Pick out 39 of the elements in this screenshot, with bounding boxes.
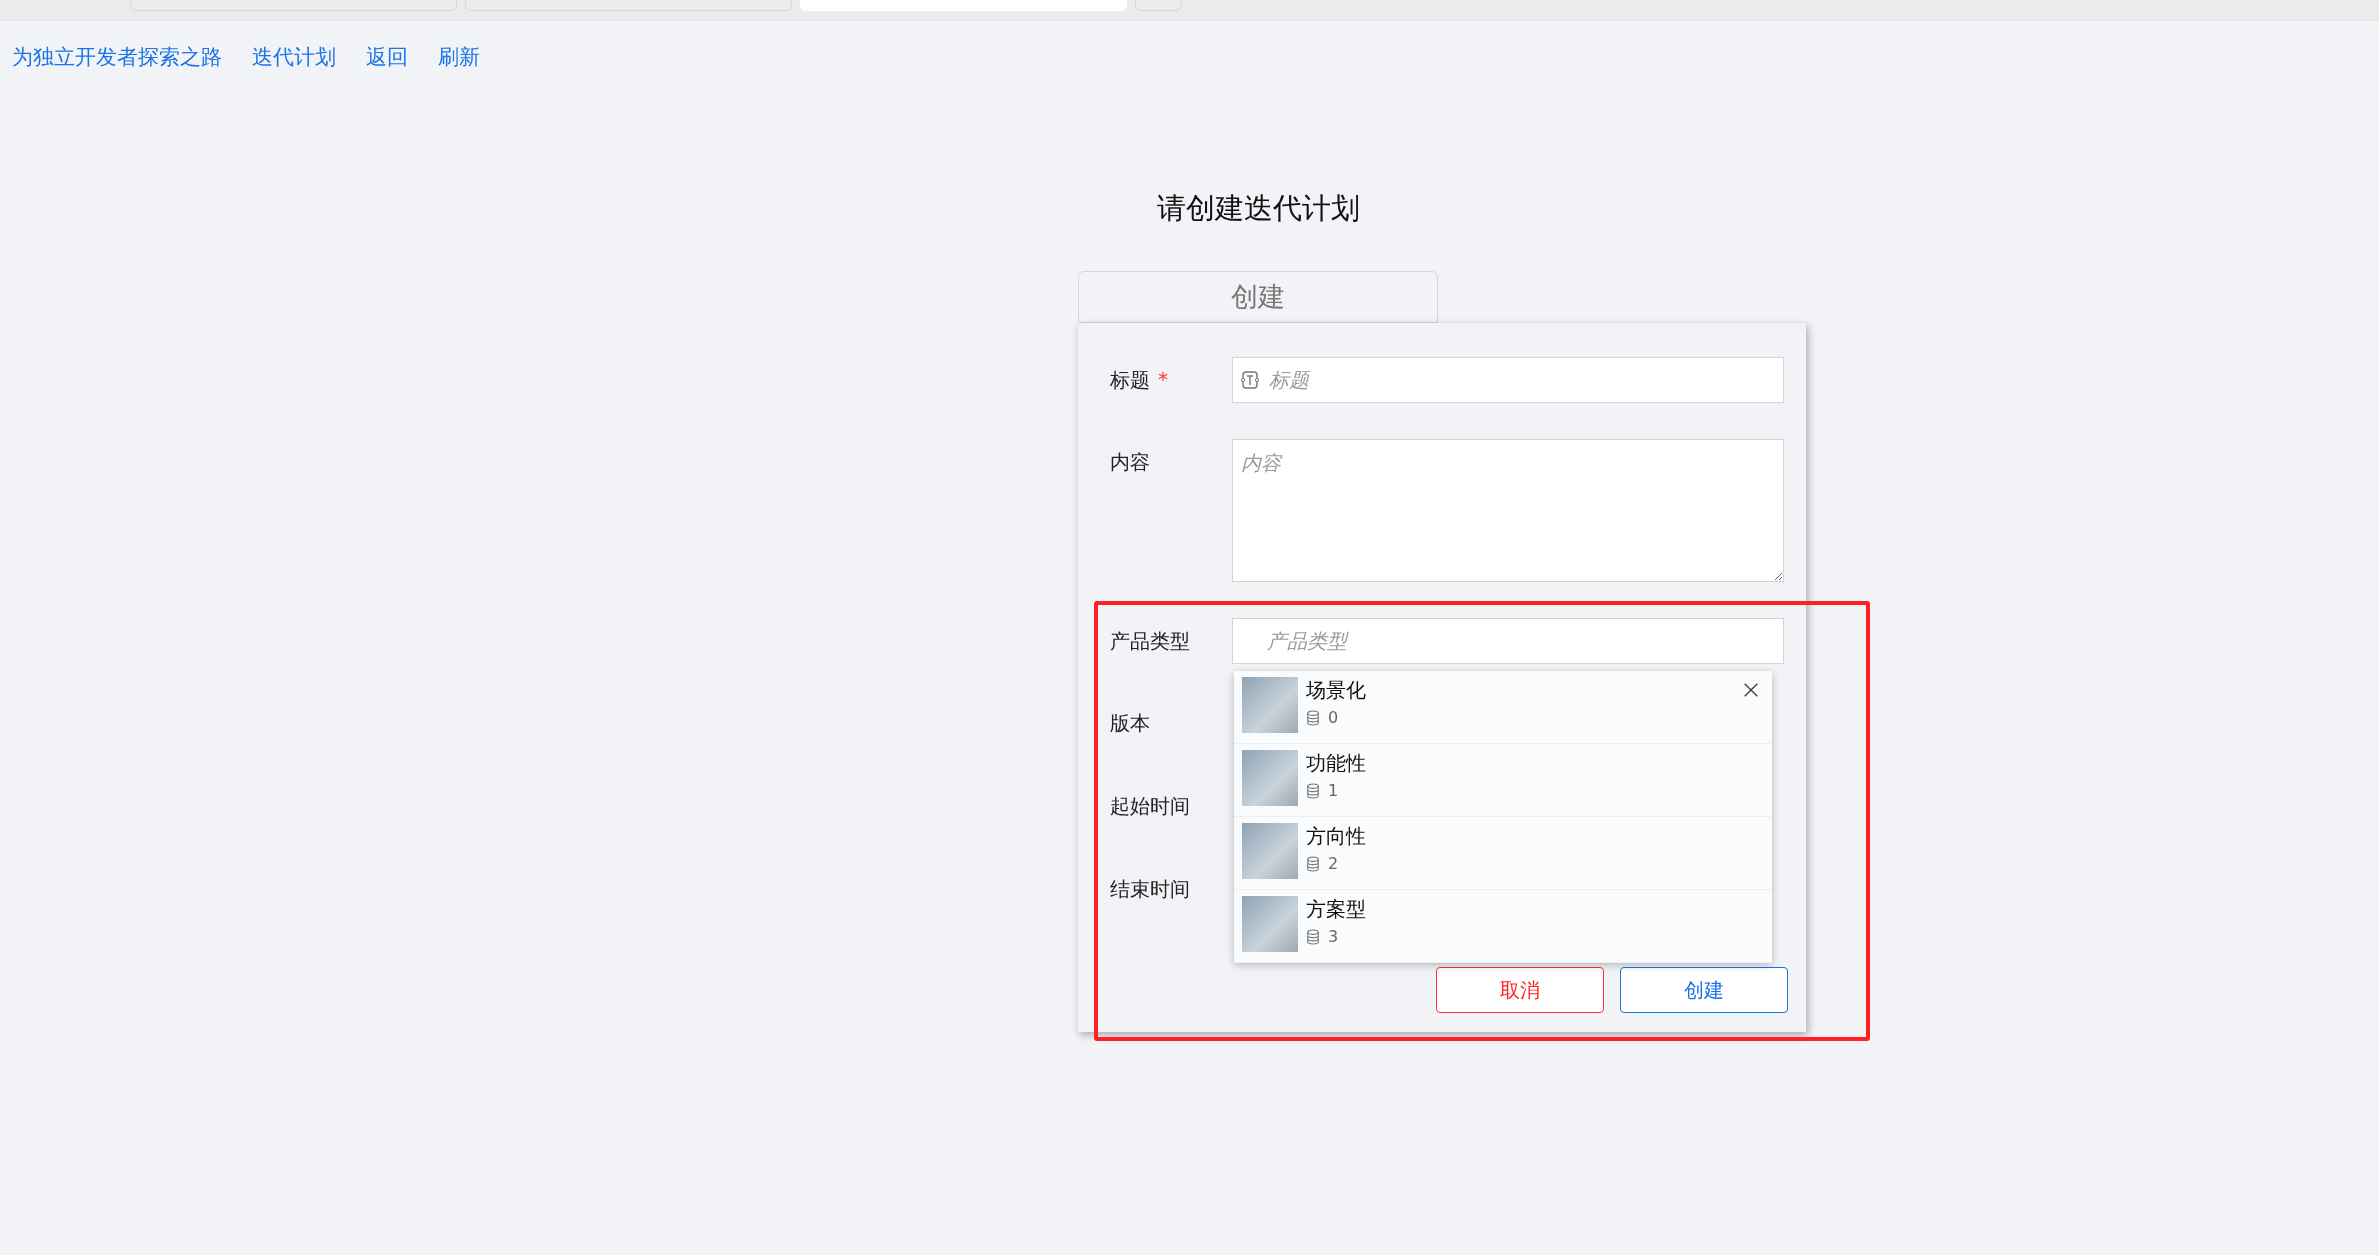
create-button[interactable]: 创建 xyxy=(1620,967,1788,1013)
page-title: 请创建迭代计划 xyxy=(1155,190,1361,227)
database-icon xyxy=(1306,782,1320,799)
nav-link[interactable]: 刷新 xyxy=(438,43,480,71)
dropdown-option[interactable]: 方案型 3 xyxy=(1234,890,1772,963)
option-name: 方向性 xyxy=(1306,823,1366,850)
photo-placeholder xyxy=(1242,750,1298,806)
photo-placeholder xyxy=(1242,677,1298,733)
database-icon xyxy=(1306,928,1320,945)
product-type-select[interactable]: 产品类型 xyxy=(1232,618,1784,664)
nav-link[interactable]: 迭代计划 xyxy=(252,43,336,71)
option-name: 方案型 xyxy=(1306,896,1366,923)
nav-link[interactable]: 返回 xyxy=(366,43,408,71)
option-count: 2 xyxy=(1328,854,1339,873)
field-label: 内容 xyxy=(1110,449,1150,476)
option-count: 3 xyxy=(1328,927,1339,946)
content-textarea[interactable]: 内容 xyxy=(1232,439,1784,582)
dropdown-option[interactable]: 功能性 1 xyxy=(1234,744,1772,817)
cancel-button[interactable]: 取消 xyxy=(1436,967,1604,1013)
field-label: 产品类型 xyxy=(1110,628,1190,655)
database-icon xyxy=(1306,855,1320,872)
database-icon xyxy=(1306,709,1320,726)
photo-placeholder xyxy=(1242,823,1298,879)
option-count: 1 xyxy=(1328,781,1339,800)
dropdown-option[interactable]: 场景化 0 xyxy=(1234,671,1772,744)
close-icon[interactable] xyxy=(1742,681,1760,699)
field-label: 版本 xyxy=(1110,710,1150,737)
field-label: 起始时间 xyxy=(1110,793,1190,820)
option-name: 场景化 xyxy=(1306,677,1366,704)
field-label: 结束时间 xyxy=(1110,876,1190,903)
photo-placeholder xyxy=(1242,896,1298,952)
field-label: 标题 xyxy=(1110,367,1150,394)
dropdown-option[interactable]: 方向性 2 xyxy=(1234,817,1772,890)
option-name: 功能性 xyxy=(1306,750,1366,777)
title-input-field[interactable]: 标题 xyxy=(1232,357,1784,403)
create-toggle-button[interactable]: 创建 xyxy=(1078,271,1438,323)
nav-link[interactable]: 为独立开发者探索之路 xyxy=(12,43,222,71)
required-mark: * xyxy=(1158,367,1168,393)
option-count: 0 xyxy=(1328,708,1339,727)
